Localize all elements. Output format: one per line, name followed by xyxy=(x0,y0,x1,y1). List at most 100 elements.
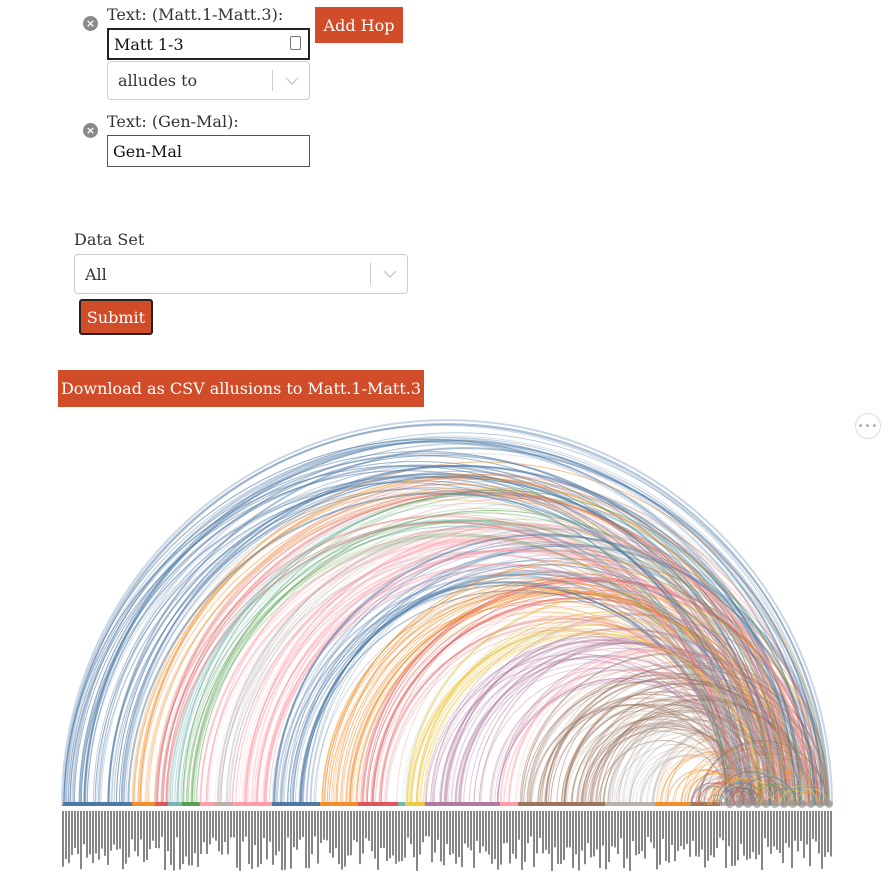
verse-tick-label xyxy=(527,811,529,844)
verse-tick-label xyxy=(407,811,409,838)
verse-tick-label xyxy=(770,811,772,854)
verse-tick-label xyxy=(311,811,313,855)
verse-tick-label xyxy=(500,811,502,865)
verse-tick-label xyxy=(548,811,550,854)
verse-tick-label xyxy=(380,811,382,848)
relation-select[interactable]: alludes to xyxy=(107,61,310,100)
verse-tick-label xyxy=(422,811,424,843)
chevron-down-icon[interactable] xyxy=(372,255,408,293)
verse-tick-label xyxy=(680,811,682,847)
verse-tick-label xyxy=(431,811,433,863)
verse-tick-label xyxy=(545,811,547,850)
verse-tick-label xyxy=(626,811,628,859)
verse-tick-label xyxy=(122,811,124,870)
verse-tick-label xyxy=(713,811,715,858)
verse-tick-label xyxy=(785,811,787,843)
verse-tick-label xyxy=(395,811,397,864)
verse-tick-label xyxy=(641,811,643,852)
verse-tick-label xyxy=(287,811,289,838)
verse-tick-label xyxy=(737,811,739,861)
verse-tick-label xyxy=(434,811,436,853)
verse-tick-label xyxy=(350,811,352,856)
verse-tick-label xyxy=(563,811,565,861)
verse-tick-label xyxy=(65,811,67,860)
verse-tick-label xyxy=(596,811,598,850)
verse-tick-label xyxy=(536,811,538,854)
node-dot xyxy=(780,800,788,808)
verse-tick-label xyxy=(230,811,232,838)
verse-tick-label xyxy=(821,811,823,869)
verse-tick-label xyxy=(266,811,268,860)
verse-tick-label xyxy=(98,811,100,860)
verse-tick-label xyxy=(146,811,148,860)
add-hop-button[interactable]: Add Hop xyxy=(315,7,403,43)
verse-tick-label xyxy=(551,811,553,871)
verse-tick-label xyxy=(236,811,238,868)
remove-hop-2-icon[interactable]: × xyxy=(83,123,98,138)
verse-tick-label xyxy=(782,811,784,864)
hop-2-label: Text: (Gen-Mal): xyxy=(107,112,239,131)
verse-tick-label xyxy=(416,811,418,871)
verse-tick-label xyxy=(131,811,133,840)
verse-tick-label xyxy=(179,811,181,870)
verse-tick-label xyxy=(686,811,688,844)
verse-tick-label xyxy=(206,811,208,854)
verse-tick-label xyxy=(608,811,610,863)
remove-hop-1-icon[interactable]: × xyxy=(83,16,98,31)
verse-tick-label xyxy=(137,811,139,857)
verse-tick-label xyxy=(497,811,499,870)
verse-tick-label xyxy=(656,811,658,870)
hop-1-label: Text: (Matt.1-Matt.3): xyxy=(107,5,284,24)
node-dot xyxy=(789,800,797,808)
verse-tick-label xyxy=(62,811,64,867)
verse-tick-label xyxy=(632,811,634,842)
verse-tick-label xyxy=(176,811,178,838)
verse-tick-label xyxy=(326,811,328,841)
verse-tick-label xyxy=(233,811,235,838)
verse-tick-label xyxy=(695,811,697,857)
verse-tick-label xyxy=(515,811,517,859)
verse-tick-label xyxy=(425,811,427,837)
arc-diagram xyxy=(61,419,833,871)
verse-tick-label xyxy=(191,811,193,866)
verse-tick-label xyxy=(116,811,118,850)
verse-tick-label xyxy=(293,811,295,848)
baseline-segment xyxy=(272,802,320,806)
hop-1-text-input[interactable] xyxy=(107,28,310,60)
verse-tick-label xyxy=(257,811,259,868)
verse-tick-label xyxy=(521,811,523,870)
verse-tick-label xyxy=(749,811,751,859)
verse-tick-label xyxy=(113,811,115,845)
select-separator xyxy=(370,263,371,285)
verse-tick-label xyxy=(722,811,724,841)
verse-tick-label xyxy=(635,811,637,856)
baseline-segment xyxy=(320,802,358,806)
dataset-select[interactable]: All xyxy=(74,254,408,294)
verse-tick-label xyxy=(719,811,721,838)
node-dot xyxy=(816,800,824,808)
verse-tick-label xyxy=(581,811,583,851)
verse-tick-label xyxy=(752,811,754,853)
verse-tick-label xyxy=(617,811,619,855)
chevron-down-icon[interactable] xyxy=(274,62,310,99)
verse-tick-label xyxy=(776,811,778,850)
verse-tick-label xyxy=(332,811,334,858)
select-separator xyxy=(272,70,273,91)
submit-button[interactable]: Submit xyxy=(79,299,153,335)
verse-tick-label xyxy=(764,811,766,839)
download-csv-button[interactable]: Download as CSV allusions to Matt.1-Matt… xyxy=(58,370,424,407)
verse-tick-label xyxy=(668,811,670,863)
verse-tick-label xyxy=(725,811,727,868)
arcs-group xyxy=(61,419,833,806)
verse-tick-label xyxy=(623,811,625,869)
verse-tick-label xyxy=(506,811,508,843)
verse-tick-label xyxy=(689,811,691,857)
verse-tick-label xyxy=(734,811,736,866)
verse-tick-label xyxy=(461,811,463,868)
verse-tick-label xyxy=(278,811,280,852)
hop-2-text-input[interactable] xyxy=(107,135,310,167)
verse-tick-label xyxy=(449,811,451,856)
verse-tick-label xyxy=(494,811,496,860)
verse-tick-label xyxy=(335,811,337,849)
verse-tick-label xyxy=(800,811,802,841)
